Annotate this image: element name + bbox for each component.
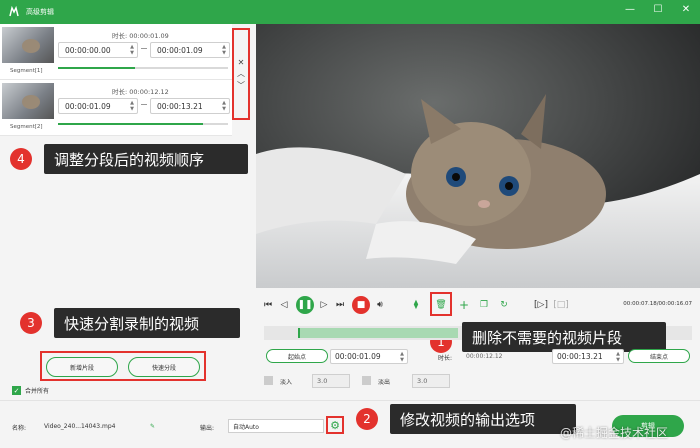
segment-duration: 时长: 00:00:12.12 (112, 88, 169, 96)
segment-item[interactable]: Segment[2] 时长: 00:00:12.12 00:00:01.09 ▲ ▼… (0, 80, 232, 136)
segment-duration: 时长: 00:00:01.09 (112, 32, 169, 40)
segment-end-input[interactable]: 00:00:01.09 ▲ ▼ (150, 42, 230, 58)
merge-all-label: 合并所有 (25, 388, 50, 395)
segment-item[interactable]: Segment[1] 时长: 00:00:01.09 00:00:00.00 ▲ ▼… (0, 24, 232, 80)
window-title: 高级剪辑 (26, 8, 54, 16)
checkbox-checked-icon[interactable]: ✓ (12, 386, 21, 395)
trim-end-input[interactable]: 00:00:13.21 ▲ ▼ (552, 349, 624, 364)
fade-in-label: 淡入 (280, 379, 293, 386)
trim-duration-label: 时长: (438, 355, 453, 362)
skip-end-icon[interactable]: ⏭ (334, 297, 346, 313)
fade-row: 淡入 3.0 淡出 3.0 (262, 374, 698, 392)
output-select[interactable]: 自动Auto (228, 419, 324, 433)
segment-progress (58, 67, 228, 69)
minimize-icon[interactable]: — (622, 4, 638, 15)
segment-thumbnail (2, 83, 54, 119)
trim-start-input[interactable]: 00:00:01.09 ▲ ▼ (330, 349, 408, 364)
volume-icon[interactable]: 🔊︎ (374, 297, 386, 313)
trim-row: 起始点 00:00:01.09 ▲ ▼ 时长: 00:00:12.12 00:00:… (262, 346, 698, 368)
range-dash (141, 104, 147, 105)
file-name: Video_240...14043.mp4 (44, 423, 116, 430)
kitten-image (256, 24, 700, 288)
fit-icon[interactable]: [□] (553, 297, 569, 313)
segment-end-input[interactable]: 00:00:13.21 ▲ ▼ (150, 98, 230, 114)
set-start-button[interactable]: 起始点 (266, 349, 328, 363)
timeline-selection[interactable] (298, 328, 458, 338)
callout-3: 快速分割录制的视频 (54, 308, 240, 338)
segment-start-input[interactable]: 00:00:01.09 ▲ ▼ (58, 98, 138, 114)
stepper-icon[interactable]: ▲ ▼ (222, 44, 226, 56)
callout-4-badge: 4 (10, 148, 32, 170)
callout-2-badge: 2 (356, 408, 378, 430)
callout-3-badge: 3 (20, 312, 42, 334)
split-marker-icon[interactable]: ⧫ (410, 297, 422, 313)
merge-all-checkbox[interactable]: ✓ 合并所有 (12, 386, 49, 395)
trash-icon[interactable]: 🗑︎ (434, 297, 448, 313)
fade-out-label: 淡出 (378, 379, 391, 386)
watermark: @稀土掘金技术社区 (560, 426, 669, 440)
new-segment-button[interactable]: 新增片段 (46, 357, 118, 377)
move-down-icon[interactable]: ﹀ (237, 80, 245, 91)
output-label: 输出: (200, 425, 215, 432)
fade-out-checkbox[interactable] (362, 376, 371, 385)
prev-frame-icon[interactable]: ◁ (278, 297, 290, 313)
close-icon[interactable]: ✕ (678, 4, 694, 15)
pause-icon[interactable]: ❚❚ (296, 296, 314, 314)
delete-segment-icon[interactable]: ✕ (238, 58, 245, 67)
segment-start-input[interactable]: 00:00:00.00 ▲ ▼ (58, 42, 138, 58)
segment-progress (58, 123, 228, 125)
segment-label: Segment[2] (10, 124, 43, 130)
stepper-icon[interactable]: ▲ ▼ (130, 44, 134, 56)
reorder-controls: ✕ ︿ ﹀ (232, 28, 250, 120)
title-bar: 高级剪辑 — ☐ ✕ (0, 0, 700, 24)
fade-out-input[interactable]: 3.0 (412, 374, 450, 388)
copy-icon[interactable]: ❐ (478, 297, 490, 313)
stepper-icon[interactable]: ▲ ▼ (616, 351, 620, 363)
reset-icon[interactable]: ↻ (498, 297, 510, 313)
preview-segment-icon[interactable]: [▷] (534, 297, 548, 313)
split-buttons-highlight: 新增片段 快速分段 (40, 351, 206, 381)
stepper-icon[interactable]: ▲ ▼ (222, 100, 226, 112)
stepper-icon[interactable]: ▲ ▼ (130, 100, 134, 112)
add-icon[interactable]: + (458, 297, 470, 313)
set-end-button[interactable]: 结束点 (628, 349, 690, 363)
segment-list: Segment[1] 时长: 00:00:01.09 00:00:00.00 ▲ ▼… (0, 24, 232, 136)
callout-4: 调整分段后的视频顺序 (44, 144, 248, 174)
output-settings-highlight: ⚙ (326, 416, 344, 434)
maximize-icon[interactable]: ☐ (650, 4, 666, 15)
move-up-icon[interactable]: ︿ (237, 68, 245, 79)
quick-split-button[interactable]: 快速分段 (128, 357, 200, 377)
fade-in-input[interactable]: 3.0 (312, 374, 350, 388)
next-frame-icon[interactable]: ▷ (318, 297, 330, 313)
skip-start-icon[interactable]: ⏮ (262, 297, 274, 313)
trim-duration-value: 00:00:12.12 (466, 353, 503, 360)
left-panel: Segment[1] 时长: 00:00:01.09 00:00:00.00 ▲ ▼… (0, 24, 256, 400)
name-label: 名称: (12, 425, 27, 432)
player-timecode: 00:00:07.18/00:00:16.07 (623, 301, 692, 307)
segment-thumbnail (2, 27, 54, 63)
range-dash (141, 48, 147, 49)
gear-icon[interactable]: ⚙ (330, 419, 340, 432)
fade-in-checkbox[interactable] (264, 376, 273, 385)
app-logo-icon (6, 4, 22, 20)
edit-name-icon[interactable]: ✎ (150, 423, 155, 430)
stepper-icon[interactable]: ▲ ▼ (400, 351, 404, 363)
stop-icon[interactable]: ■ (352, 296, 370, 314)
callout-2: 修改视频的输出选项 (390, 404, 576, 434)
segment-label: Segment[1] (10, 68, 43, 74)
video-preview (256, 24, 700, 288)
player-controls: ⏮ ◁ ❚❚ ▷ ⏭ ■ 🔊︎ ⧫ 🗑︎ + ❐ ↻ [▷] [□] 00:00… (256, 288, 700, 322)
